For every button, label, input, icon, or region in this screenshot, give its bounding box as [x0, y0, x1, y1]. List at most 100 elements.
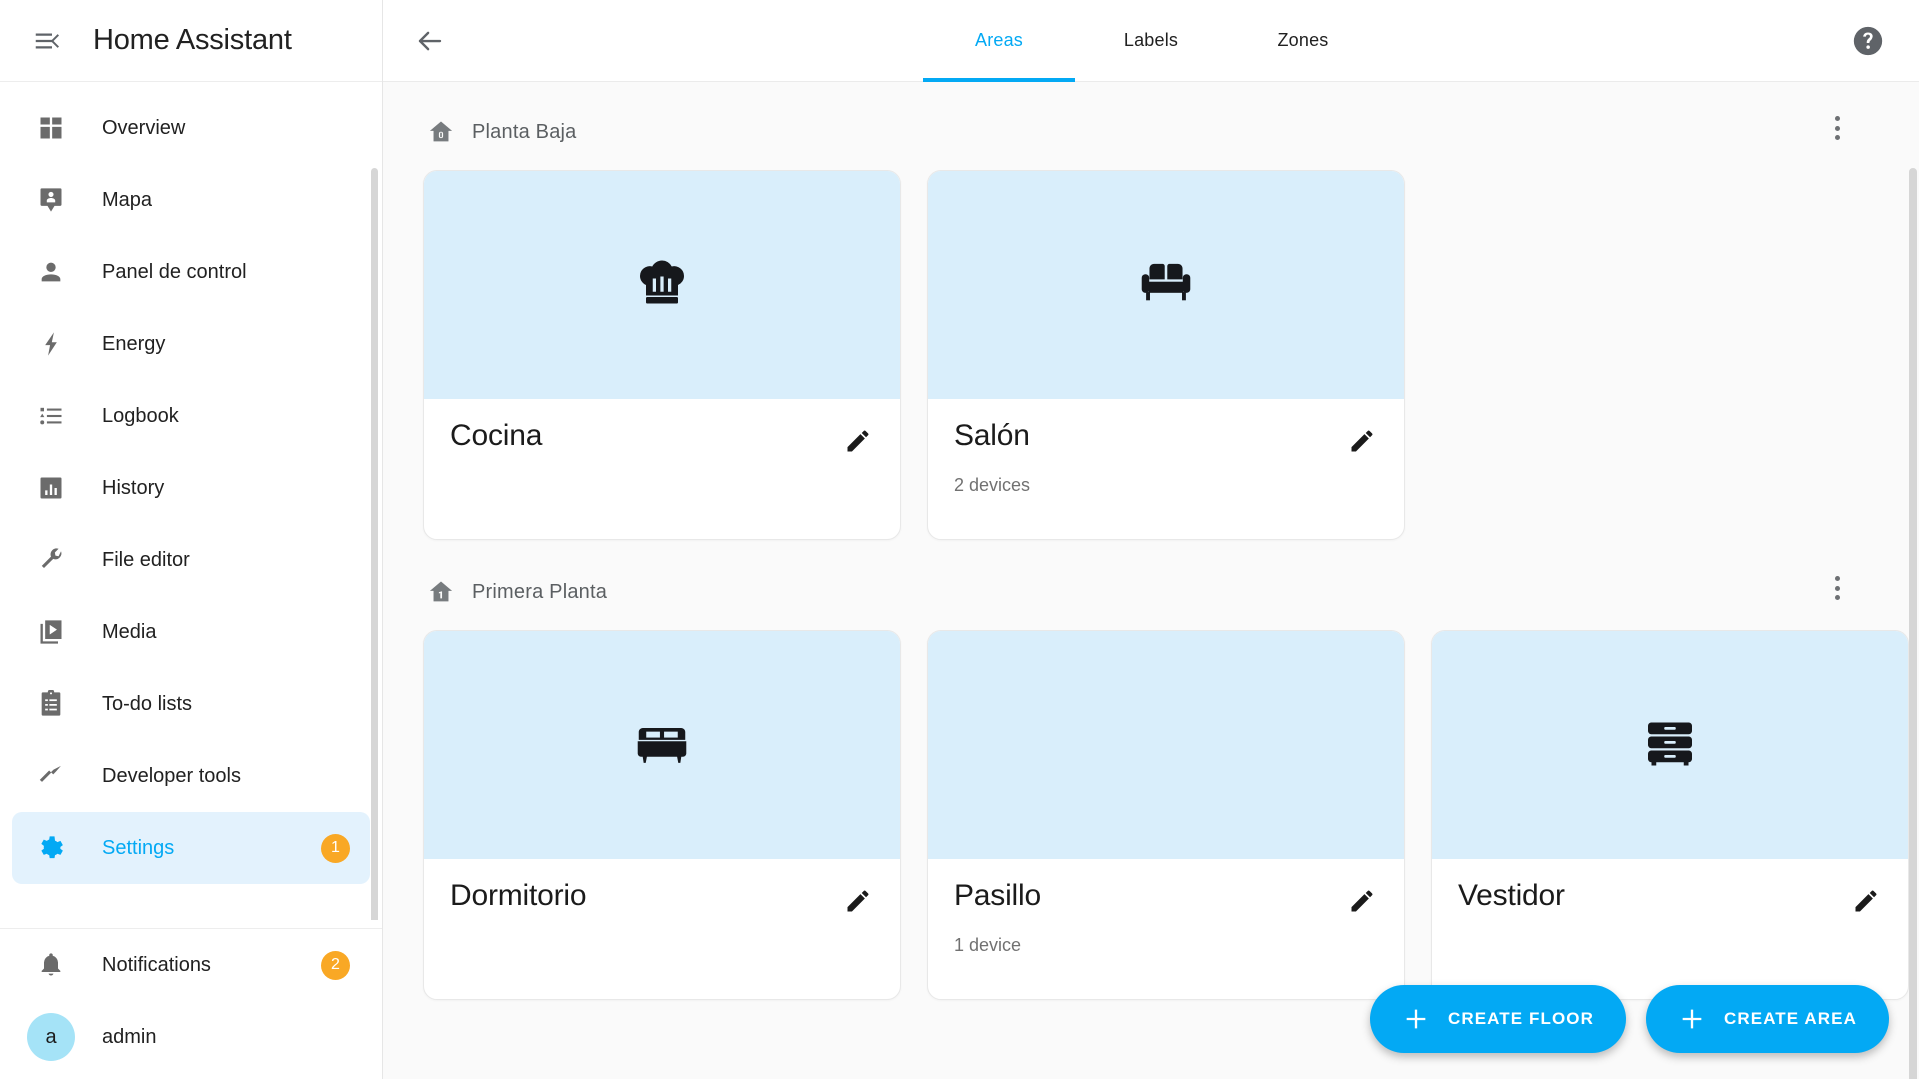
- sidebar-item-media[interactable]: Media: [12, 596, 370, 668]
- wrench-icon: [34, 543, 68, 577]
- area-card-pasillo[interactable]: Pasillo 1 device: [927, 630, 1405, 1000]
- sidebar-item-energy[interactable]: Energy: [12, 308, 370, 380]
- sidebar-item-label: Overview: [102, 116, 186, 139]
- sidebar-item-label: Panel de control: [102, 260, 247, 283]
- create-area-button[interactable]: CREATE AREA: [1646, 985, 1889, 1053]
- fab-label: CREATE FLOOR: [1447, 1009, 1594, 1028]
- area-body: Pasillo 1 device: [928, 859, 1404, 999]
- main-scrollbar[interactable]: [1909, 168, 1917, 1079]
- dots-vertical-icon[interactable]: [1815, 566, 1859, 610]
- menu-collapse-icon[interactable]: [22, 16, 72, 66]
- pencil-icon[interactable]: [1342, 881, 1382, 921]
- area-image: [424, 171, 900, 399]
- sidebar-item-panel-de-control[interactable]: Panel de control: [12, 236, 370, 308]
- area-body: Cocina: [424, 399, 900, 539]
- area-card-dormitorio[interactable]: Dormitorio: [423, 630, 901, 1000]
- sidebar-scrollbar[interactable]: [371, 168, 378, 920]
- area-card-vestidor[interactable]: Vestidor: [1431, 630, 1909, 1000]
- help-circle-icon[interactable]: [1845, 18, 1891, 64]
- area-device-count: 1 device: [954, 935, 1022, 955]
- plus-icon: [1402, 1005, 1430, 1033]
- fab-label: CREATE AREA: [1724, 1009, 1857, 1028]
- sidebar-item-label: Developer tools: [102, 764, 241, 787]
- tab-labels[interactable]: Labels: [1075, 0, 1227, 82]
- sidebar-item-label: admin: [102, 1025, 157, 1048]
- sidebar-item-label: Energy: [102, 332, 166, 355]
- sidebar-item-label: File editor: [102, 548, 190, 571]
- tab-label: Labels: [1123, 30, 1179, 50]
- sidebar-item-overview[interactable]: Overview: [12, 92, 370, 164]
- tab-label: Areas: [974, 30, 1024, 50]
- clipboard-list-icon: [34, 687, 68, 721]
- tab-areas[interactable]: Areas: [923, 0, 1075, 82]
- sofa-icon: [1135, 252, 1197, 319]
- area-card-cocina[interactable]: Cocina: [423, 170, 901, 540]
- avatar: a: [27, 1013, 75, 1061]
- sidebar-nav-scroll: Overview Mapa Panel de control Energy Lo…: [0, 82, 382, 920]
- sidebar-item-developer-tools[interactable]: Developer tools: [12, 740, 370, 812]
- sidebar-item-mapa[interactable]: Mapa: [12, 164, 370, 236]
- home-floor-0-icon: [427, 118, 455, 146]
- tab-label: Zones: [1277, 30, 1329, 50]
- area-name: Salón: [954, 419, 1030, 452]
- pencil-icon[interactable]: [838, 421, 878, 461]
- dots-vertical-icon[interactable]: [1815, 106, 1859, 150]
- notifications-badge: 2: [321, 950, 350, 980]
- floor-name: Primera Planta: [472, 580, 608, 603]
- area-device-count: 2 devices: [954, 475, 1031, 495]
- sidebar-item-to-do-lists[interactable]: To-do lists: [12, 668, 370, 740]
- area-body: Dormitorio: [424, 859, 900, 999]
- create-floor-button[interactable]: CREATE FLOOR: [1369, 985, 1626, 1053]
- sidebar: Home Assistant Overview Mapa Panel de co…: [0, 0, 383, 1079]
- area-body: Salón 2 devices: [928, 399, 1404, 539]
- floor-name: Planta Baja: [472, 120, 577, 143]
- tab-zones[interactable]: Zones: [1227, 0, 1379, 82]
- sidebar-item-label: Settings: [102, 836, 175, 859]
- pencil-icon[interactable]: [1846, 881, 1886, 921]
- sidebar-item-settings[interactable]: Settings 1: [12, 812, 370, 884]
- lightning-bolt-icon: [34, 327, 68, 361]
- area-grid-primera-planta: Dormitorio Pasillo 1 device Vestidor: [417, 630, 1909, 1000]
- cog-icon: [34, 831, 68, 865]
- play-box-icon: [34, 615, 68, 649]
- area-body: Vestidor: [1432, 859, 1908, 999]
- area-image: [928, 171, 1404, 399]
- format-list-icon: [34, 399, 68, 433]
- settings-badge: 1: [321, 833, 350, 863]
- sidebar-item-file-editor[interactable]: File editor: [12, 524, 370, 596]
- area-card-salon[interactable]: Salón 2 devices: [927, 170, 1405, 540]
- dresser-icon: [1640, 713, 1700, 778]
- areas-content: Planta Baja Cocina Salón 2 devices Prime…: [383, 82, 1919, 1079]
- arrow-left-icon[interactable]: [403, 14, 457, 68]
- pencil-icon[interactable]: [1342, 421, 1382, 461]
- area-grid-planta-baja: Cocina Salón 2 devices: [417, 170, 1885, 540]
- sidebar-item-label: To-do lists: [102, 692, 193, 715]
- area-image: [424, 631, 900, 859]
- sidebar-item-label: Logbook: [102, 404, 179, 427]
- app-title: Home Assistant: [93, 24, 292, 56]
- area-image: [928, 631, 1404, 859]
- map-marker-icon: [34, 183, 68, 217]
- floor-header-primera-planta: Primera Planta: [417, 568, 1885, 616]
- chart-box-icon: [34, 471, 68, 505]
- sidebar-item-label: Media: [102, 620, 157, 643]
- tab-bar: Areas Labels Zones: [923, 0, 1379, 82]
- home-floor-1-icon: [427, 578, 455, 606]
- sidebar-item-notifications[interactable]: Notifications 2: [12, 929, 370, 1001]
- bell-icon: [34, 948, 68, 982]
- sidebar-item-history[interactable]: History: [12, 452, 370, 524]
- area-image: [1432, 631, 1908, 859]
- account-icon: [34, 255, 68, 289]
- pencil-icon[interactable]: [838, 881, 878, 921]
- sidebar-item-label: Mapa: [102, 188, 153, 211]
- sidebar-item-logbook[interactable]: Logbook: [12, 380, 370, 452]
- area-name: Vestidor: [1458, 879, 1565, 912]
- sidebar-header: Home Assistant: [0, 0, 382, 82]
- main-area: Areas Labels Zones Planta Baja Cocina Sa…: [383, 0, 1919, 1079]
- sidebar-item-label: History: [102, 476, 165, 499]
- hammer-icon: [34, 759, 68, 793]
- bed-icon: [631, 712, 693, 779]
- sidebar-item-user[interactable]: a admin: [12, 1001, 370, 1073]
- area-name: Dormitorio: [450, 879, 587, 912]
- app-root: Home Assistant Overview Mapa Panel de co…: [0, 0, 1919, 1079]
